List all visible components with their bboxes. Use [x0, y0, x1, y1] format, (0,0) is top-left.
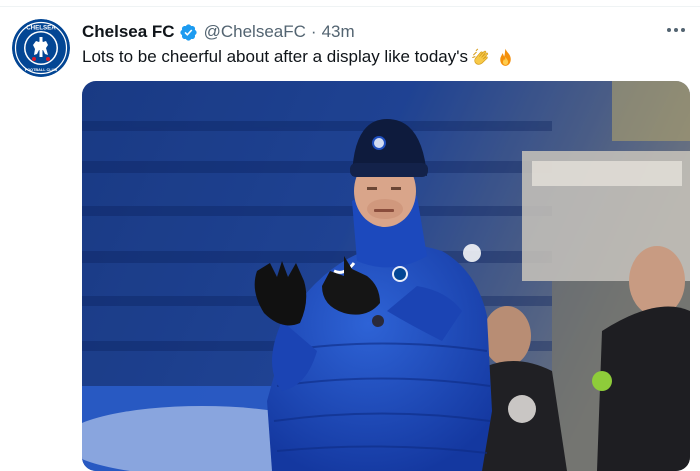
divider [0, 6, 700, 7]
tweet-header: Chelsea FC @ChelseaFC · 43m [82, 20, 355, 44]
author-display-name[interactable]: Chelsea FC [82, 22, 175, 42]
more-options-button[interactable] [662, 18, 690, 42]
fire-icon [500, 48, 511, 66]
tweet-text-content: Lots to be cheerful about after a displa… [82, 47, 468, 66]
dot-icon [667, 28, 671, 32]
avatar[interactable]: CHELSEA FOOTBALL CLUB [12, 19, 70, 77]
verified-badge-icon [179, 23, 197, 41]
tweet-photo[interactable] [82, 81, 690, 471]
chelsea-crest-icon: CHELSEA FOOTBALL CLUB [12, 19, 70, 77]
clapping-hands-icon [472, 48, 489, 65]
tweet-card[interactable]: CHELSEA FOOTBALL CLUB Chelsea FC @Chelse… [0, 0, 700, 471]
coach-photo [82, 81, 690, 471]
tweet-timestamp[interactable]: 43m [322, 22, 355, 42]
tweet-text: Lots to be cheerful about after a displa… [82, 46, 516, 68]
dot-icon [681, 28, 685, 32]
avatar-text-top: CHELSEA [26, 25, 56, 32]
dot-icon [674, 28, 678, 32]
avatar-text-bottom: FOOTBALL CLUB [25, 68, 57, 72]
separator-dot: · [310, 22, 317, 41]
author-handle[interactable]: @ChelseaFC [204, 22, 306, 42]
